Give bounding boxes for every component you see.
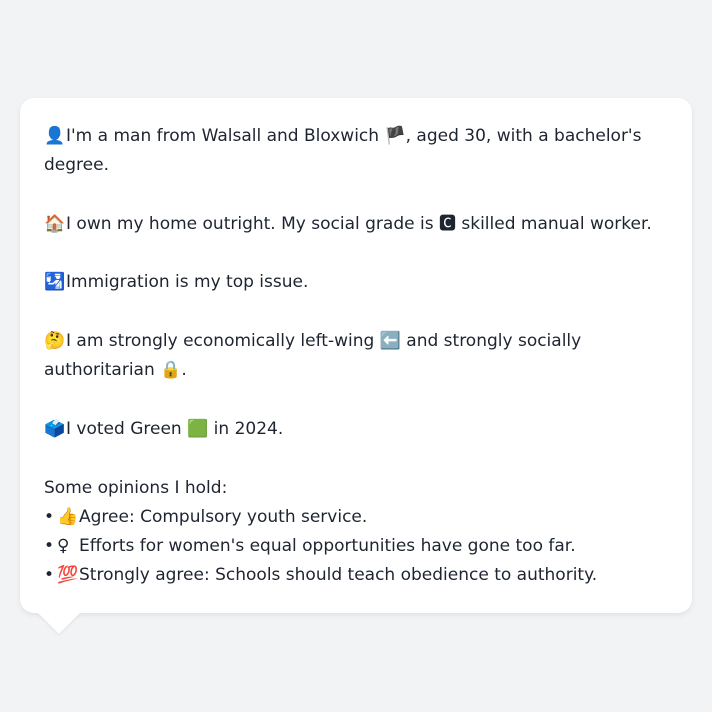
top-issue-text: Immigration is my top issue. <box>66 272 309 293</box>
house-icon: 🏠 <box>44 213 66 234</box>
list-item: • ♀ Efforts for women's equal opportunitie… <box>44 532 672 561</box>
passport-control-icon: 🛂 <box>44 272 66 293</box>
female-sign-icon: ♀ <box>57 536 70 557</box>
thumbs-up-icon: 👍 <box>57 506 79 527</box>
opinions-heading: Some opinions I hold: <box>44 477 228 498</box>
list-item: • 👍Agree: Compulsory youth service. <box>44 503 672 532</box>
ideology-text-end: . <box>181 360 187 381</box>
top-issue-paragraph: 🛂Immigration is my top issue. <box>44 268 672 297</box>
identity-paragraph: 👤I'm a man from Walsall and Bloxwich 🏴, … <box>44 122 672 181</box>
vote-text-start: I voted Green <box>66 418 188 439</box>
identity-text-start: I'm a man from Walsall and Bloxwich <box>66 126 385 146</box>
opinions-list: Some opinions I hold: • 👍Agree: Compulsor… <box>44 474 672 591</box>
bullet: • <box>44 565 55 586</box>
opinion-text: Efforts for women's equal opportunities … <box>79 536 576 557</box>
bullet: • <box>44 536 55 557</box>
lock-icon: 🔒 <box>160 360 182 381</box>
thinking-face-icon: 🤔 <box>44 331 66 352</box>
ideology-paragraph: 🤔I am strongly economically left-wing ⬅️… <box>44 327 672 386</box>
hundred-points-icon: 💯 <box>57 565 79 586</box>
person-icon: 👤 <box>44 126 66 146</box>
england-flag-icon: 🏴 <box>384 126 406 146</box>
bullet: • <box>44 506 55 527</box>
grade-c-icon: 🅲 <box>438 213 456 234</box>
persona-card: 👤I'm a man from Walsall and Bloxwich 🏴, … <box>20 98 692 613</box>
vote-text-end: in 2024. <box>208 418 284 439</box>
home-text-end: skilled manual worker. <box>455 213 652 234</box>
list-item: • 💯Strongly agree: Schools should teach o… <box>44 561 672 590</box>
home-text-start: I own my home outright. My social grade … <box>66 213 439 234</box>
green-square-icon: 🟩 <box>187 418 209 439</box>
speech-bubble-tail <box>38 613 80 634</box>
left-arrow-icon: ⬅️ <box>379 331 401 352</box>
ballot-box-icon: 🗳️ <box>44 418 66 439</box>
opinion-text: Strongly agree: Schools should teach obe… <box>79 565 598 586</box>
vote-paragraph: 🗳️I voted Green 🟩 in 2024. <box>44 415 672 444</box>
home-paragraph: 🏠I own my home outright. My social grade… <box>44 210 672 239</box>
opinion-text: Agree: Compulsory youth service. <box>79 506 368 527</box>
ideology-text-start: I am strongly economically left-wing <box>66 331 380 352</box>
